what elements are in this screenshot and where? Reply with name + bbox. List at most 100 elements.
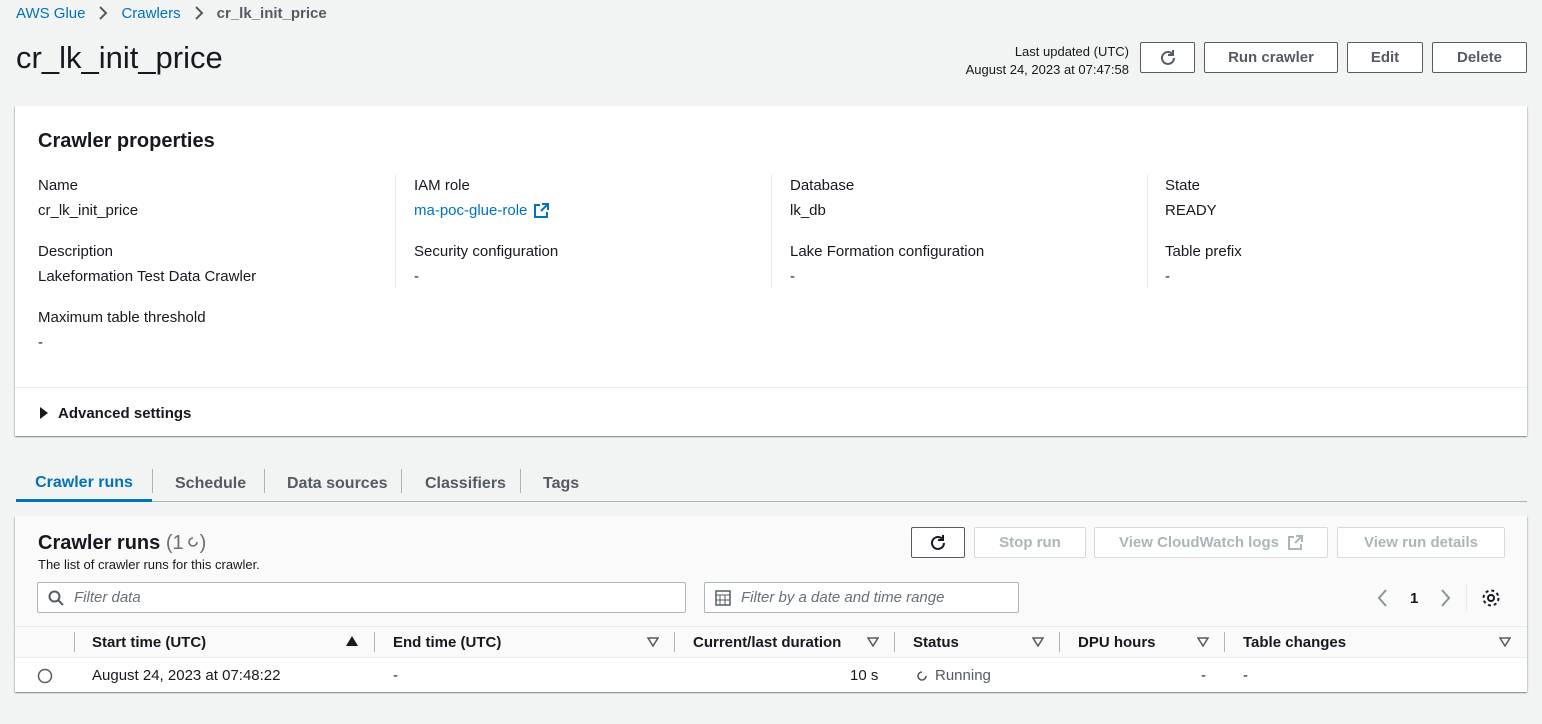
- caret-right-icon: [40, 407, 48, 419]
- iam-role-link[interactable]: ma-poc-glue-role: [414, 202, 550, 219]
- tab-classifiers[interactable]: Classifiers: [425, 466, 506, 502]
- pagination-divider: [1466, 583, 1467, 611]
- runs-count-text: (1: [165, 532, 184, 554]
- tab-data-sources[interactable]: Data sources: [287, 466, 388, 502]
- sort-icon[interactable]: [867, 637, 879, 647]
- breadcrumb-current: cr_lk_init_price: [216, 4, 327, 22]
- row-end-time: -: [393, 667, 398, 684]
- column-divider: [374, 632, 375, 652]
- column-divider: [894, 632, 895, 652]
- sort-icon[interactable]: [1499, 637, 1511, 647]
- previous-page-icon[interactable]: [1377, 589, 1389, 607]
- column-duration[interactable]: Current/last duration: [693, 626, 841, 658]
- sort-ascending-icon[interactable]: [346, 636, 358, 646]
- refresh-icon: [1160, 49, 1175, 65]
- threshold-value: -: [38, 334, 43, 351]
- view-run-details-button[interactable]: View run details: [1337, 527, 1505, 558]
- lakeformation-value: -: [790, 268, 795, 285]
- name-value: cr_lk_init_price: [38, 202, 139, 219]
- last-updated-value: August 24, 2023 at 07:47:58: [965, 62, 1129, 77]
- column-divider: [395, 174, 396, 288]
- run-crawler-button[interactable]: Run crawler: [1204, 42, 1338, 73]
- row-table-changes: -: [1243, 667, 1248, 684]
- breadcrumb: AWS Glue Crawlers cr_lk_init_price: [16, 4, 327, 22]
- sort-icon[interactable]: [647, 637, 659, 647]
- iam-role-label: IAM role: [414, 177, 470, 194]
- advanced-settings-toggle[interactable]: Advanced settings: [15, 387, 1527, 436]
- row-start-time: August 24, 2023 at 07:48:22: [92, 667, 281, 684]
- filter-data-input[interactable]: Filter data: [37, 582, 686, 613]
- panel-title: Crawler properties: [38, 130, 215, 152]
- crawler-properties-panel: Crawler properties Name cr_lk_init_price…: [15, 106, 1527, 436]
- column-divider: [1147, 174, 1148, 288]
- stop-run-button[interactable]: Stop run: [974, 527, 1086, 558]
- external-link-icon: [534, 202, 550, 218]
- column-end-time[interactable]: End time (UTC): [393, 626, 501, 658]
- state-label: State: [1165, 177, 1201, 194]
- tab-tags[interactable]: Tags: [543, 466, 579, 502]
- state-value: READY: [1165, 202, 1217, 219]
- tab-divider: [520, 469, 521, 493]
- filter-data-placeholder: Filter data: [74, 589, 141, 606]
- iam-role-value: ma-poc-glue-role: [414, 202, 528, 219]
- advanced-settings-label: Advanced settings: [58, 405, 192, 422]
- column-divider: [1224, 632, 1225, 652]
- tab-divider: [264, 469, 265, 493]
- refresh-runs-button[interactable]: [911, 527, 965, 558]
- spinner-icon: [187, 537, 198, 547]
- security-configuration-label: Security configuration: [414, 243, 559, 260]
- column-status[interactable]: Status: [913, 626, 959, 658]
- table-prefix-label: Table prefix: [1165, 243, 1242, 260]
- refresh-button[interactable]: [1140, 42, 1195, 73]
- chevron-right-icon: [181, 6, 217, 20]
- breadcrumb-crawlers[interactable]: Crawlers: [121, 5, 180, 22]
- column-start-time[interactable]: Start time (UTC): [92, 626, 206, 658]
- column-divider: [74, 632, 75, 652]
- threshold-label: Maximum table threshold: [38, 309, 206, 326]
- description-value: Lakeformation Test Data Crawler: [38, 268, 257, 285]
- table-prefix-value: -: [1165, 268, 1170, 285]
- date-range-filter[interactable]: Filter by a date and time range: [704, 582, 1019, 613]
- delete-button[interactable]: Delete: [1432, 42, 1527, 73]
- breadcrumb-aws-glue[interactable]: AWS Glue: [16, 5, 85, 22]
- page-title: cr_lk_init_price: [16, 40, 223, 75]
- table-row[interactable]: August 24, 2023 at 07:48:22 - 10 s Runni…: [15, 658, 1527, 692]
- tab-divider: [401, 469, 402, 493]
- column-table-changes[interactable]: Table changes: [1243, 626, 1346, 658]
- lakeformation-label: Lake Formation configuration: [790, 243, 985, 260]
- column-divider: [771, 174, 772, 288]
- row-duration: 10 s: [850, 667, 879, 684]
- row-dpu-hours: -: [1201, 667, 1206, 684]
- settings-gear-icon[interactable]: [1481, 588, 1501, 608]
- last-updated-label: Last updated (UTC): [1014, 44, 1129, 59]
- crawler-runs-table: Crawler runs (1) The list of crawler run…: [15, 516, 1527, 692]
- edit-button[interactable]: Edit: [1347, 42, 1423, 73]
- next-page-icon[interactable]: [1439, 589, 1451, 607]
- chevron-right-icon: [85, 6, 121, 20]
- tab-bar: Crawler runs Schedule Data sources Class…: [16, 466, 1527, 502]
- search-icon: [48, 590, 64, 606]
- row-status-text: Running: [935, 667, 991, 684]
- sort-icon[interactable]: [1032, 637, 1044, 647]
- sort-icon[interactable]: [1197, 637, 1209, 647]
- description-label: Description: [38, 243, 114, 260]
- security-configuration-value: -: [414, 268, 419, 285]
- tab-divider: [152, 469, 153, 493]
- external-link-icon: [1288, 534, 1303, 550]
- runs-description: The list of crawler runs for this crawle…: [38, 557, 260, 572]
- view-logs-label: View CloudWatch logs: [1118, 534, 1279, 551]
- column-dpu-hours[interactable]: DPU hours: [1078, 626, 1156, 658]
- page-number[interactable]: 1: [1410, 590, 1418, 607]
- tab-schedule[interactable]: Schedule: [175, 466, 246, 502]
- runs-count: (1): [165, 532, 207, 554]
- row-radio[interactable]: [37, 668, 53, 684]
- database-value: lk_db: [790, 202, 826, 219]
- tab-crawler-runs[interactable]: Crawler runs: [16, 466, 152, 502]
- column-divider: [674, 632, 675, 652]
- date-range-placeholder: Filter by a date and time range: [741, 589, 945, 606]
- runs-title-text: Crawler runs: [38, 532, 161, 554]
- view-cloudwatch-logs-button[interactable]: View CloudWatch logs: [1094, 527, 1328, 558]
- last-updated: Last updated (UTC) August 24, 2023 at 07…: [966, 43, 1129, 79]
- spinner-icon: [917, 670, 927, 681]
- database-label: Database: [790, 177, 855, 194]
